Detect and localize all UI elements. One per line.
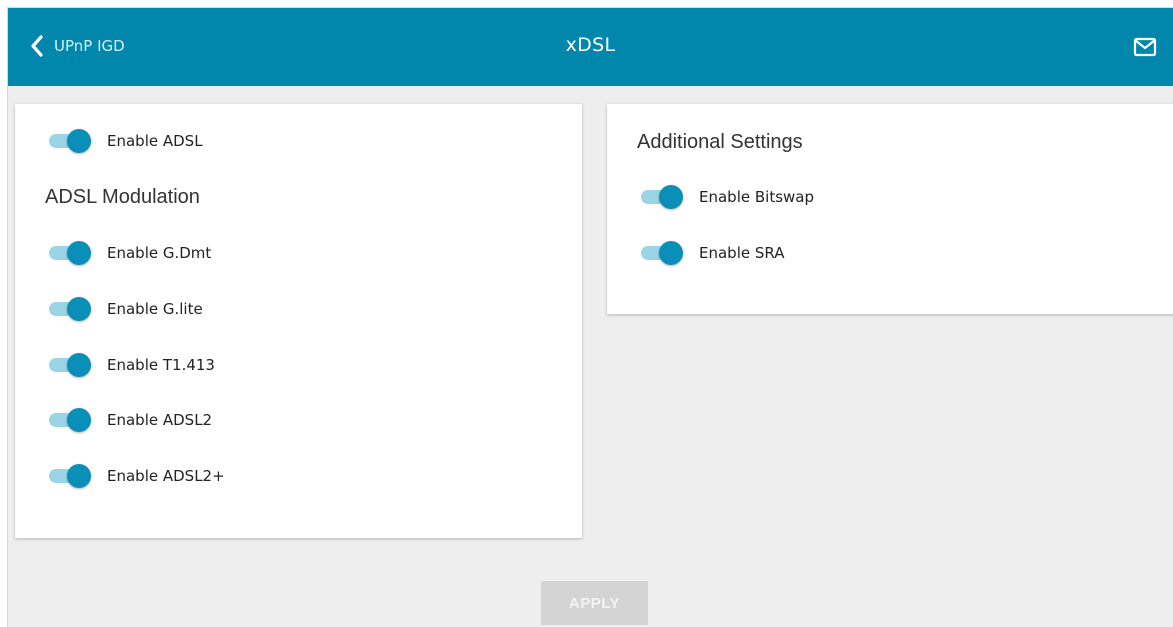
enable-bitswap-toggle[interactable]: Enable Bitswap [637,183,814,211]
adsl-settings-card: Enable ADSL ADSL Modulation Enable G.Dmt… [15,104,582,538]
app-frame: UPnP IGD xDSL Enable ADSL ADSL Modulatio… [7,7,1173,627]
apply-button[interactable]: APPLY [541,581,648,625]
enable-gdmt-toggle[interactable]: Enable G.Dmt [45,239,211,267]
toggle-knob [67,129,91,153]
page-title: xDSL [565,34,616,56]
toggle-label: Enable SRA [699,244,785,262]
top-bar: UPnP IGD xDSL [8,8,1173,86]
enable-sra-toggle[interactable]: Enable SRA [637,239,784,267]
enable-adsl2plus-toggle[interactable]: Enable ADSL2+ [45,462,225,490]
toggle-switch[interactable] [45,129,93,153]
toggle-switch[interactable] [637,241,685,265]
additional-settings-card: Additional Settings Enable Bitswap Enabl… [607,104,1173,314]
additional-settings-title: Additional Settings [637,131,803,153]
toggle-switch[interactable] [637,185,685,209]
enable-glite-toggle[interactable]: Enable G.lite [45,295,203,323]
toggle-knob [67,408,91,432]
toggle-switch[interactable] [45,353,93,377]
toggle-knob [67,297,91,321]
toggle-knob [67,464,91,488]
toggle-knob [67,241,91,265]
enable-adsl2-toggle[interactable]: Enable ADSL2 [45,406,212,434]
toggle-switch[interactable] [45,241,93,265]
mail-icon[interactable] [1133,37,1157,57]
toggle-label: Enable ADSL [107,132,203,150]
toggle-label: Enable T1.413 [107,356,215,374]
toggle-label: Enable ADSL2 [107,411,213,429]
toggle-label: Enable G.lite [107,300,203,318]
toggle-label: Enable G.Dmt [107,244,212,262]
toggle-label: Enable ADSL2+ [107,467,225,485]
toggle-knob [659,185,683,209]
toggle-label: Enable Bitswap [699,188,814,206]
adsl-modulation-title: ADSL Modulation [45,186,200,208]
toggle-switch[interactable] [45,464,93,488]
toggle-switch[interactable] [45,297,93,321]
toggle-knob [659,241,683,265]
enable-t1413-toggle[interactable]: Enable T1.413 [45,351,215,379]
enable-adsl-toggle[interactable]: Enable ADSL [45,127,203,155]
toggle-switch[interactable] [45,408,93,432]
toggle-knob [67,353,91,377]
